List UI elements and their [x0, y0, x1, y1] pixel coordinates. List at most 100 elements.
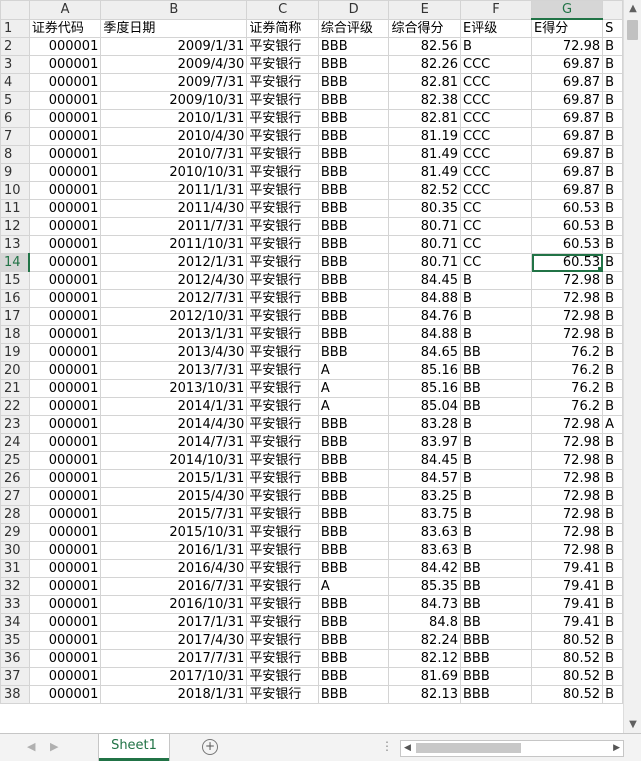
cell[interactable]: B — [602, 307, 623, 326]
spreadsheet-grid[interactable]: A B C D E F G 1 证券代码 季度日期 证券简称 综合评级 综合得分… — [0, 0, 623, 733]
cell[interactable]: 平安银行 — [246, 559, 319, 578]
cell[interactable]: 72.98 — [531, 469, 604, 488]
cell[interactable]: 84.73 — [388, 595, 461, 614]
cell[interactable]: E评级 — [459, 18, 533, 38]
cell[interactable]: B — [459, 415, 533, 434]
cell[interactable]: BB — [459, 613, 533, 632]
cell[interactable]: 69.87 — [531, 163, 604, 182]
cell[interactable]: 平安银行 — [246, 163, 319, 182]
cell[interactable]: 2011/4/30 — [100, 199, 248, 218]
row-header[interactable]: 12 — [0, 217, 30, 236]
cell[interactable]: A — [317, 379, 390, 398]
cell[interactable]: B — [459, 307, 533, 326]
cell[interactable]: 82.81 — [388, 73, 461, 92]
select-all-corner[interactable] — [0, 0, 30, 20]
row-header[interactable]: 9 — [0, 163, 30, 182]
cell[interactable]: 平安银行 — [246, 181, 319, 200]
cell[interactable]: 84.42 — [388, 559, 461, 578]
row-header[interactable]: 13 — [0, 235, 30, 254]
cell[interactable]: BBB — [317, 523, 390, 542]
cell[interactable]: BBB — [459, 685, 533, 704]
cell[interactable]: BBB — [317, 217, 390, 236]
cell[interactable]: 平安银行 — [246, 73, 319, 92]
cell[interactable]: B — [459, 523, 533, 542]
cell[interactable]: B — [602, 325, 623, 344]
cell[interactable]: BBB — [317, 163, 390, 182]
cell[interactable]: BBB — [317, 595, 390, 614]
row-header[interactable]: 26 — [0, 469, 30, 488]
cell[interactable]: BB — [459, 595, 533, 614]
cell[interactable]: 72.98 — [531, 307, 604, 326]
cell[interactable]: 83.63 — [388, 541, 461, 560]
cell[interactable]: 79.41 — [531, 595, 604, 614]
cell[interactable]: 80.71 — [388, 217, 461, 236]
row-header[interactable]: 20 — [0, 361, 30, 380]
cell[interactable]: 76.2 — [531, 343, 604, 362]
cell[interactable]: CC — [459, 199, 533, 218]
cell[interactable]: 000001 — [28, 307, 102, 326]
cell[interactable]: BBB — [317, 433, 390, 452]
cell[interactable]: 83.97 — [388, 433, 461, 452]
active-cell[interactable]: 60.53 — [531, 253, 604, 272]
cell[interactable]: 平安银行 — [246, 145, 319, 164]
cell[interactable]: 72.98 — [531, 451, 604, 470]
cell[interactable]: 2017/1/31 — [100, 613, 248, 632]
cell[interactable]: 平安银行 — [246, 487, 319, 506]
cell[interactable]: 000001 — [28, 451, 102, 470]
cell[interactable]: 平安银行 — [246, 649, 319, 668]
cell[interactable]: CCC — [459, 127, 533, 146]
cell[interactable]: 2014/1/31 — [100, 397, 248, 416]
cell[interactable]: B — [602, 613, 623, 632]
cell[interactable]: 85.16 — [388, 361, 461, 380]
cell[interactable]: A — [317, 361, 390, 380]
row-header[interactable]: 15 — [0, 271, 30, 290]
cell[interactable]: BBB — [317, 613, 390, 632]
row-header[interactable]: 14 — [0, 253, 31, 272]
cell[interactable]: B — [459, 37, 533, 56]
splitter-handle-icon[interactable]: ⋮ — [381, 739, 393, 753]
sheet-tab-sheet1[interactable]: Sheet1 — [99, 734, 169, 761]
cell[interactable]: 69.87 — [531, 127, 604, 146]
cell[interactable]: 平安银行 — [246, 361, 319, 380]
cell[interactable]: 000001 — [28, 667, 102, 686]
cell[interactable]: 000001 — [28, 55, 102, 74]
cell[interactable]: BBB — [317, 181, 390, 200]
row-header[interactable]: 31 — [0, 559, 30, 578]
cell[interactable]: BB — [459, 559, 533, 578]
cell[interactable]: S — [602, 18, 623, 38]
row-header[interactable]: 32 — [0, 577, 30, 596]
cell[interactable]: 平安银行 — [246, 541, 319, 560]
cell[interactable]: 000001 — [28, 217, 102, 236]
column-header-h[interactable] — [602, 0, 623, 20]
cell[interactable]: BBB — [317, 127, 390, 146]
cell[interactable]: 2009/7/31 — [100, 73, 248, 92]
cell[interactable]: 2013/4/30 — [100, 343, 248, 362]
cell[interactable]: 76.2 — [531, 379, 604, 398]
cell[interactable]: 2010/10/31 — [100, 163, 248, 182]
cell[interactable]: 2009/4/30 — [100, 55, 248, 74]
cell[interactable]: 82.56 — [388, 37, 461, 56]
cell[interactable]: 2012/4/30 — [100, 271, 248, 290]
cell[interactable]: 平安银行 — [246, 199, 319, 218]
cell[interactable]: B — [602, 163, 623, 182]
cell[interactable]: B — [602, 127, 623, 146]
cell[interactable]: BBB — [317, 685, 390, 704]
row-header[interactable]: 18 — [0, 325, 30, 344]
cell[interactable]: 平安银行 — [246, 271, 319, 290]
cell[interactable]: 69.87 — [531, 73, 604, 92]
row-header[interactable]: 37 — [0, 667, 30, 686]
cell[interactable]: B — [602, 433, 623, 452]
cell[interactable]: 2009/1/31 — [100, 37, 248, 56]
cell[interactable]: 平安银行 — [246, 433, 319, 452]
cell[interactable]: B — [459, 487, 533, 506]
cell[interactable]: 2011/10/31 — [100, 235, 248, 254]
row-header[interactable]: 33 — [0, 595, 30, 614]
cell[interactable]: 80.35 — [388, 199, 461, 218]
cell[interactable]: 综合评级 — [317, 18, 390, 38]
cell[interactable]: BBB — [317, 505, 390, 524]
cell[interactable]: CC — [459, 253, 533, 272]
cell[interactable]: 2016/7/31 — [100, 577, 248, 596]
cell[interactable]: 2014/10/31 — [100, 451, 248, 470]
row-header[interactable]: 36 — [0, 649, 30, 668]
cell[interactable]: BBB — [317, 487, 390, 506]
